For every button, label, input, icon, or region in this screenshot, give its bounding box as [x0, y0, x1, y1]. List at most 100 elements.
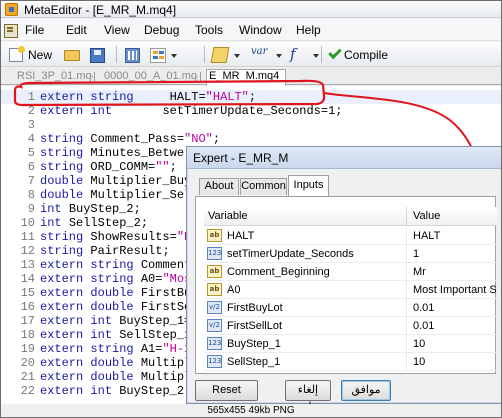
- code-text: extern int BuyStep_1=: [40, 314, 191, 328]
- column-divider: [406, 263, 407, 281]
- menu-help[interactable]: Help: [296, 23, 321, 37]
- variables-button[interactable]: var: [249, 44, 283, 65]
- new-file-icon: [9, 46, 25, 62]
- code-line[interactable]: 1 extern string HALT="HALT";: [1, 90, 501, 104]
- inputs-grid-header: Variable Value: [204, 207, 497, 226]
- input-value[interactable]: 0.01: [413, 302, 434, 314]
- line-number: 20: [20, 356, 35, 370]
- string-type-icon: ab: [207, 283, 222, 296]
- compile-button[interactable]: Compile: [325, 44, 389, 65]
- code-text: string Minutes_Betwe: [40, 146, 185, 160]
- input-row[interactable]: v/2 FirstSellLot 0.01: [204, 317, 497, 335]
- menu-tools[interactable]: Tools: [195, 23, 223, 37]
- line-number: 6: [27, 160, 35, 174]
- input-value[interactable]: Mr: [413, 266, 426, 278]
- number-type-icon: v/2: [207, 301, 222, 314]
- window-title: MetaEditor - [E_MR_M.mq4]: [24, 3, 177, 17]
- code-line[interactable]: 2 extern int setTimerUpdate_Seconds=1;: [1, 104, 501, 118]
- input-row[interactable]: 123 BuyStep_1 10: [204, 335, 497, 353]
- code-line[interactable]: 3: [1, 118, 501, 132]
- cancel-button[interactable]: إلغاء الأمر: [285, 380, 331, 415]
- input-name: FirstSellLot: [227, 320, 283, 332]
- line-number: 17: [20, 314, 35, 328]
- column-divider: [406, 245, 407, 263]
- compile-button-label: Compile: [344, 48, 389, 62]
- expert-properties-dialog: Expert - E_MR_M About Common Inputs Vari…: [186, 146, 501, 415]
- metaeditor-app-icon: [5, 3, 18, 16]
- menu-window[interactable]: Window: [239, 23, 282, 37]
- code-text: extern string Comment: [40, 258, 192, 272]
- input-value[interactable]: HALT: [413, 230, 440, 242]
- column-divider: [406, 299, 407, 317]
- new-button-label: New: [28, 48, 53, 62]
- menu-edit[interactable]: Edit: [66, 23, 87, 37]
- code-text: string ShowResults="N: [40, 230, 192, 244]
- menu-bar: File Edit View Debug Tools Window Help: [1, 19, 501, 41]
- code-text: int SellStep_2;: [40, 216, 149, 230]
- code-text: string ORD_COMM="";: [40, 160, 177, 174]
- functions-button[interactable]: f: [286, 44, 320, 65]
- insert-icon: [210, 47, 230, 63]
- open-button[interactable]: [61, 44, 82, 65]
- line-number: 11: [20, 230, 35, 244]
- input-row[interactable]: v/2 FirstBuyLot 0.01: [204, 299, 497, 317]
- menu-debug[interactable]: Debug: [144, 23, 179, 37]
- code-text: extern int setTimerUpdate_Seconds=1;: [40, 104, 343, 118]
- line-number: 2: [27, 104, 35, 118]
- tab-inputs[interactable]: Inputs: [288, 175, 329, 196]
- navigator-icon: [150, 48, 166, 63]
- tab-0000-00-a-01[interactable]: 0000_00_A_01.mq4: [102, 70, 198, 85]
- menu-view[interactable]: View: [104, 23, 130, 37]
- save-button[interactable]: [87, 44, 108, 65]
- code-text: extern int BuyStep_2: [40, 384, 185, 398]
- input-name: setTimerUpdate_Seconds: [227, 248, 354, 260]
- menu-file[interactable]: File: [25, 23, 44, 37]
- code-text: int BuyStep_2;: [40, 202, 141, 216]
- metaeditor-window: MetaEditor - [E_MR_M.mq4] File Edit View…: [0, 0, 502, 418]
- new-button[interactable]: New: [5, 44, 53, 65]
- line-number: 5: [27, 146, 35, 160]
- input-value[interactable]: 10: [413, 356, 425, 368]
- input-name: A0: [227, 284, 241, 296]
- insert-button[interactable]: [209, 44, 241, 65]
- input-value[interactable]: 1: [413, 248, 419, 260]
- tab-divider: [94, 72, 95, 83]
- navigator-button[interactable]: [147, 44, 179, 65]
- input-name: FirstBuyLot: [227, 302, 283, 314]
- code-text: double Multiplier_Sel: [40, 188, 192, 202]
- tab-common[interactable]: Common: [240, 178, 287, 195]
- column-divider: [406, 207, 407, 226]
- toolbox-button[interactable]: [122, 44, 143, 65]
- document-icon[interactable]: [4, 23, 18, 38]
- input-row[interactable]: ab Comment_Beginning Mr: [204, 263, 497, 281]
- code-text: extern double Multipl: [40, 370, 192, 384]
- code-text: extern string A1="H-1: [40, 342, 192, 356]
- input-value[interactable]: Most Important Set: [413, 284, 497, 296]
- tab-rsi-3p-01[interactable]: RSI_3P_01.mq4: [15, 70, 93, 85]
- string-type-icon: ab: [207, 229, 222, 242]
- reset-button[interactable]: Reset: [195, 380, 258, 401]
- toolbar-separator: [116, 46, 117, 63]
- editor-tab-strip: RSI_3P_01.mq4 0000_00_A_01.mq4 E_MR_M.mq…: [1, 68, 501, 86]
- input-row[interactable]: ab A0 Most Important Set: [204, 281, 497, 299]
- tab-e-mr-m[interactable]: E_MR_M.mq4: [206, 69, 286, 86]
- code-text: extern int SellStep_1: [40, 328, 192, 342]
- input-row[interactable]: ab HALT HALT: [204, 227, 497, 245]
- input-row[interactable]: 123 SellStep_1 10: [204, 353, 497, 371]
- column-value[interactable]: Value: [413, 210, 440, 222]
- column-variable[interactable]: Variable: [208, 210, 248, 222]
- input-name: Comment_Beginning: [227, 266, 330, 278]
- code-text: string Comment_Pass="NO";: [40, 132, 221, 146]
- checkmark-icon: [328, 45, 342, 60]
- input-row[interactable]: 123 setTimerUpdate_Seconds 1: [204, 245, 497, 263]
- code-line[interactable]: 4 string Comment_Pass="NO";: [1, 132, 501, 146]
- tab-about[interactable]: About: [199, 178, 239, 195]
- input-value[interactable]: 10: [413, 338, 425, 350]
- input-value[interactable]: 0.01: [413, 320, 434, 332]
- input-name: SellStep_1: [227, 356, 281, 368]
- line-number: 13: [20, 258, 35, 272]
- title-bar: MetaEditor - [E_MR_M.mq4]: [1, 1, 501, 18]
- ok-button[interactable]: موافق: [341, 380, 391, 401]
- toolbar-separator: [204, 46, 205, 63]
- chevron-down-icon: [276, 54, 282, 58]
